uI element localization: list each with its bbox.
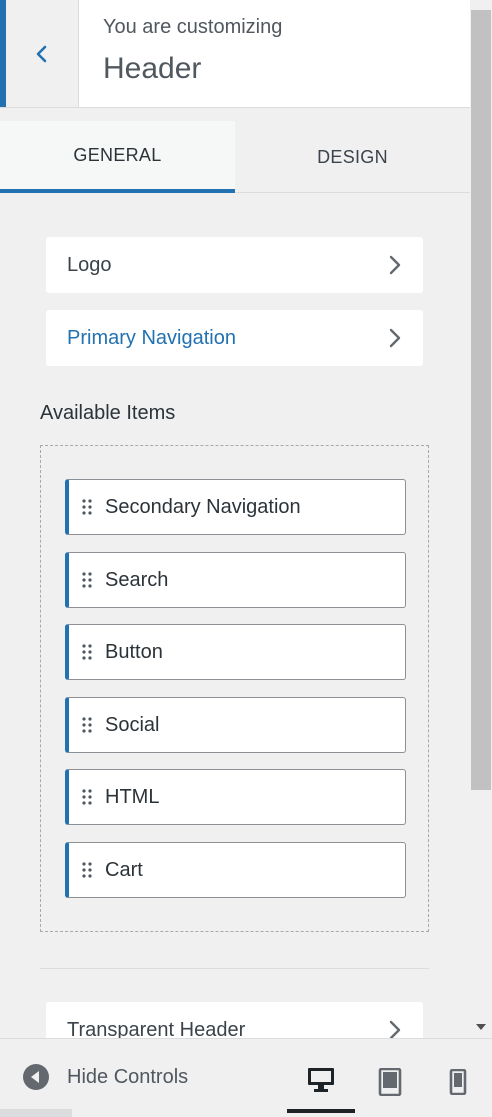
tab-general[interactable]: GENERAL — [0, 121, 235, 193]
customizing-label: You are customizing — [103, 16, 283, 38]
drag-handle-icon[interactable] — [81, 716, 95, 734]
collapse-arrow-icon — [23, 1064, 49, 1090]
preview-mobile-button[interactable] — [424, 1051, 492, 1113]
back-button[interactable] — [0, 0, 79, 107]
primary-navigation-row[interactable]: Primary Navigation — [46, 310, 423, 366]
mobile-icon — [449, 1069, 467, 1095]
desktop-icon — [308, 1068, 334, 1092]
preview-desktop-button[interactable] — [287, 1051, 355, 1113]
available-item-button[interactable]: Button — [65, 624, 406, 680]
available-item-search[interactable]: Search — [65, 552, 406, 608]
chevron-right-icon — [387, 327, 403, 349]
available-item-label: Cart — [105, 858, 143, 881]
logo-row-label: Logo — [67, 253, 112, 276]
section-divider — [40, 968, 429, 969]
tablet-icon — [378, 1068, 402, 1096]
chevron-left-icon — [36, 45, 47, 62]
available-item-secondary-navigation[interactable]: Secondary Navigation — [65, 479, 406, 535]
logo-row[interactable]: Logo — [46, 237, 423, 293]
drag-handle-icon[interactable] — [81, 643, 95, 661]
drag-handle-icon[interactable] — [81, 861, 95, 879]
scroll-down-arrow-icon[interactable] — [471, 1020, 491, 1034]
tab-bar: GENERAL DESIGN — [0, 121, 470, 193]
tab-design[interactable]: DESIGN — [235, 121, 470, 193]
chevron-right-icon — [387, 254, 403, 276]
customizer-header: You are customizing Header — [0, 0, 470, 108]
primary-navigation-row-label: Primary Navigation — [67, 326, 236, 349]
available-item-label: Social — [105, 713, 160, 736]
drag-handle-icon[interactable] — [81, 498, 95, 516]
hide-controls-label: Hide Controls — [67, 1065, 189, 1088]
drag-handle-icon[interactable] — [81, 571, 95, 589]
available-item-label: Secondary Navigation — [105, 495, 301, 518]
available-item-label: HTML — [105, 785, 160, 808]
available-items-title: Available Items — [40, 402, 176, 424]
drag-handle-icon[interactable] — [81, 788, 95, 806]
available-items-dropzone: Secondary Navigation Search Button Socia… — [40, 445, 429, 932]
available-item-social[interactable]: Social — [65, 697, 406, 753]
available-item-label: Button — [105, 640, 163, 663]
footer-edge — [0, 1109, 72, 1117]
available-item-html[interactable]: HTML — [65, 769, 406, 825]
available-item-label: Search — [105, 568, 169, 591]
available-item-cart[interactable]: Cart — [65, 842, 406, 898]
page-title: Header — [103, 52, 202, 85]
scrollbar-thumb[interactable] — [471, 10, 491, 790]
customizer-footer: Hide Controls — [0, 1038, 492, 1117]
customizer-panel: You are customizing Header GENERAL DESIG… — [0, 0, 492, 1117]
preview-tablet-button[interactable] — [356, 1051, 424, 1113]
hide-controls-button[interactable]: Hide Controls — [22, 1063, 188, 1091]
